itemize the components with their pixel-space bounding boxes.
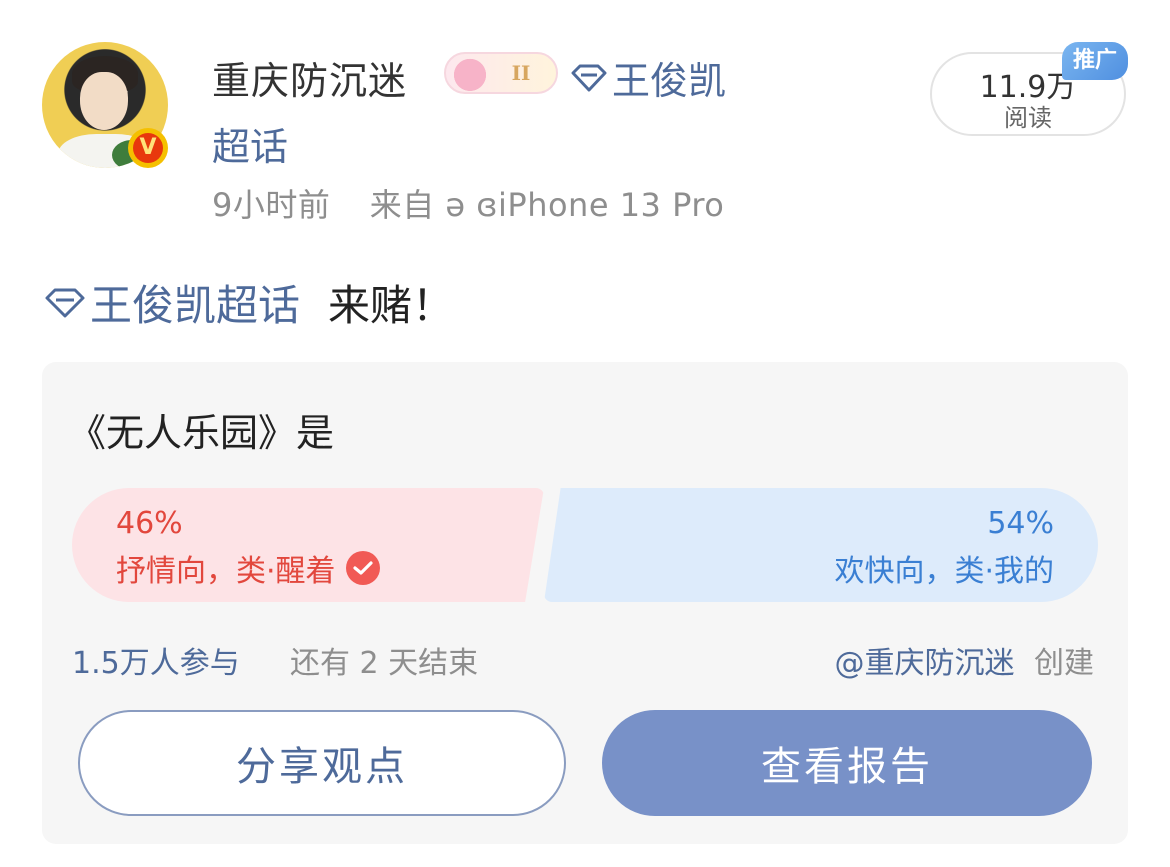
fan-medal-badge[interactable]: II: [444, 52, 558, 94]
promo-badge: 推广: [1062, 42, 1128, 80]
time-remaining: 还有 2 天结束: [290, 646, 479, 681]
option-b-percent: 54%: [987, 506, 1054, 541]
supertopic-link-text: 王俊凯: [612, 59, 727, 103]
supertopic-link-continued[interactable]: 超话: [212, 116, 288, 171]
bear-icon: [450, 54, 490, 92]
post-text: 来赌！: [328, 281, 455, 330]
option-a-percent: 46%: [116, 506, 183, 541]
post-content: 王俊凯超话 来赌！: [44, 272, 454, 333]
creator-name[interactable]: @重庆防沉迷: [834, 646, 1014, 681]
share-opinion-button[interactable]: 分享观点: [78, 710, 566, 816]
option-a-label-row: 抒情向，类·醒着: [116, 546, 380, 590]
vote-creator: @重庆防沉迷 创建: [834, 638, 1094, 682]
view-report-button[interactable]: 查看报告: [602, 710, 1092, 816]
verified-v-badge-icon: V: [128, 128, 168, 168]
diamond-icon: [45, 288, 85, 317]
supertopic-link[interactable]: 王俊凯: [570, 50, 726, 105]
option-a-label: 抒情向，类·醒着: [116, 554, 336, 589]
option-b-label: 欢快向，类·我的: [834, 554, 1054, 589]
post-source: 来自 ə ɞiPhone 13 Pro: [369, 186, 725, 224]
vote-question: 《无人乐园》是: [68, 411, 335, 455]
participants-count: 1.5万人参与: [72, 646, 240, 681]
author-name[interactable]: 重庆防沉迷: [212, 50, 407, 105]
check-circle-icon: [345, 551, 380, 585]
creator-suffix: 创建: [1034, 646, 1094, 681]
medal-level: II: [511, 61, 531, 85]
topic-tag[interactable]: 王俊凯超话: [44, 272, 300, 333]
diamond-icon: [571, 64, 607, 91]
post-time: 9小时前: [212, 186, 331, 224]
reads-label: 阅读: [1004, 104, 1052, 132]
post-meta: 9小时前 来自 ə ɞiPhone 13 Pro: [212, 180, 724, 226]
topic-tag-text: 王俊凯超话: [90, 281, 301, 330]
